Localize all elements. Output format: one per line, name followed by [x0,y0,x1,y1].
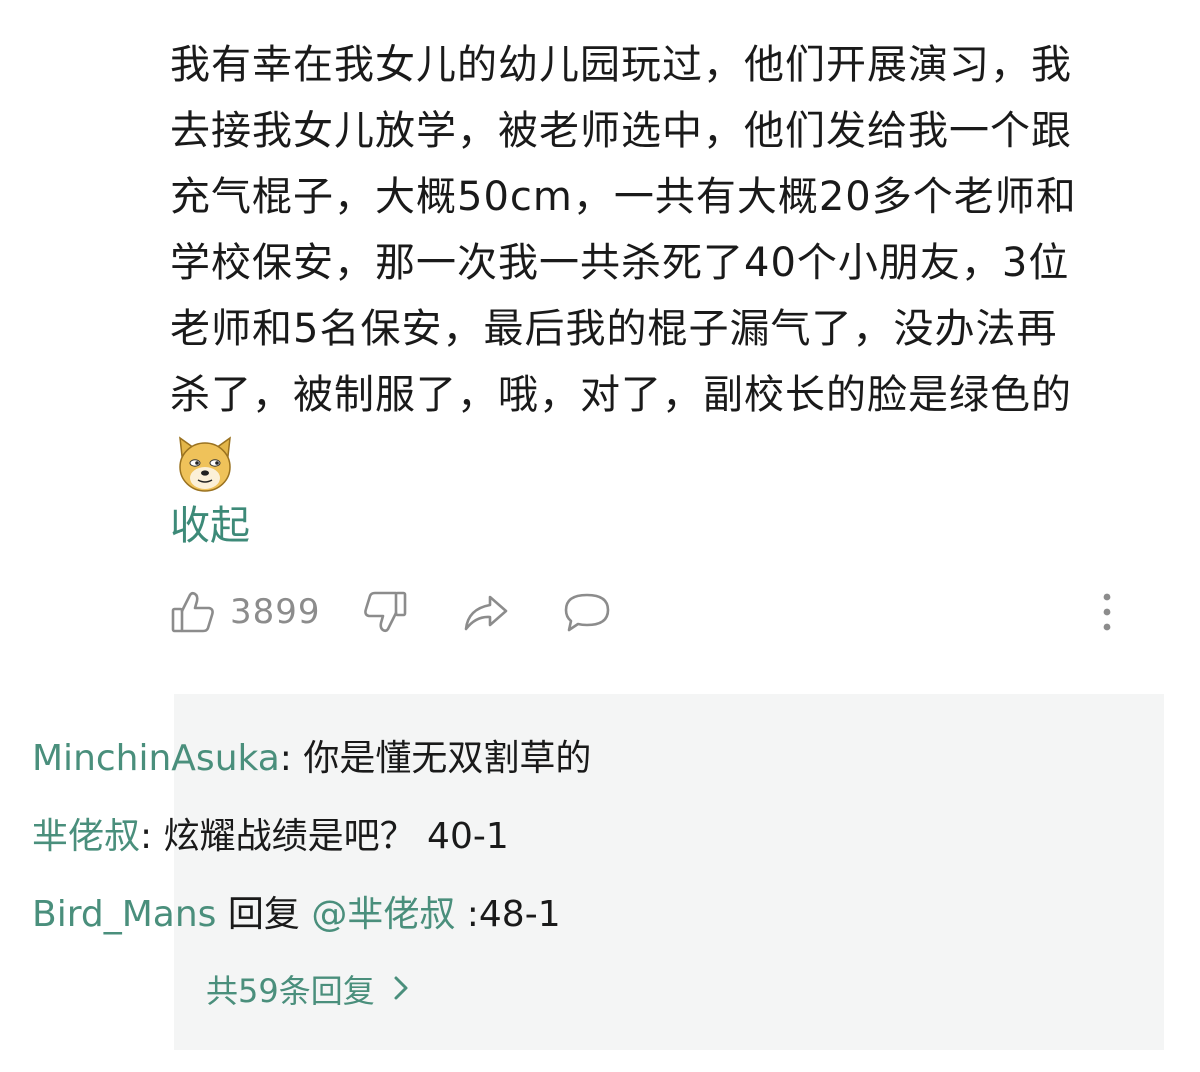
like-button[interactable]: 3899 [170,582,321,642]
chevron-right-icon [375,966,409,1016]
dislike-button[interactable] [362,582,408,642]
reply-item: MinchinAsuka: 你是懂无双割草的 [32,734,591,784]
share-button[interactable] [462,582,510,642]
comment-line: 我有幸在我女儿的幼儿园玩过，他们开展演习，我 [170,42,1072,88]
like-count: 3899 [230,592,321,632]
reply-text: :48-1 [455,894,561,935]
reply-author[interactable]: Bird_Mans [32,894,216,935]
thumbs-down-icon [362,589,408,635]
reply-button[interactable] [562,582,612,642]
comment-line: 老师和5名保安，最后我的棍子漏气了，没办法再 [170,306,1058,352]
comment-icon [562,589,612,635]
reply-word: 回复 [216,894,312,935]
view-all-replies-link[interactable]: 共59条回复 [206,966,409,1016]
reply-item: 芈佬叔: 炫耀战绩是吧？ 40-1 [32,812,509,862]
comment-line: 去接我女儿放学，被老师选中，他们发给我一个跟 [170,108,1072,154]
reply-author[interactable]: 芈佬叔 [32,816,140,857]
comment-actions: 3899 [0,582,1200,642]
reply-mention[interactable]: @芈佬叔 [311,894,455,935]
comment-text: 我有幸在我女儿的幼儿园玩过，他们开展演习，我 去接我女儿放学，被老师选中，他们发… [170,32,1160,428]
comment-line: 学校保安，那一次我一共杀死了40个小朋友，3位 [170,240,1070,286]
comment-line: 杀了，被制服了，哦，对了，副校长的脸是绿色的 [170,372,1072,418]
doge-emoji-icon [174,434,236,494]
thumbs-up-icon [170,589,216,635]
reply-author[interactable]: MinchinAsuka [32,738,280,779]
share-icon [462,589,510,635]
reply-separator: : [140,816,164,857]
collapse-button[interactable]: 收起 [170,496,250,556]
more-vertical-icon [1094,589,1120,635]
more-options-button[interactable] [1094,582,1120,642]
reply-separator: : [279,738,304,779]
reply-text: 炫耀战绩是吧？ 40-1 [163,816,509,857]
reply-item: Bird_Mans 回复 @芈佬叔 :48-1 [32,890,561,940]
view-all-replies-label: 共59条回复 [206,972,375,1010]
comment-line: 充气棍子，大概50cm，一共有大概20多个老师和 [170,174,1077,220]
reply-text: 你是懂无双割草的 [303,738,592,779]
